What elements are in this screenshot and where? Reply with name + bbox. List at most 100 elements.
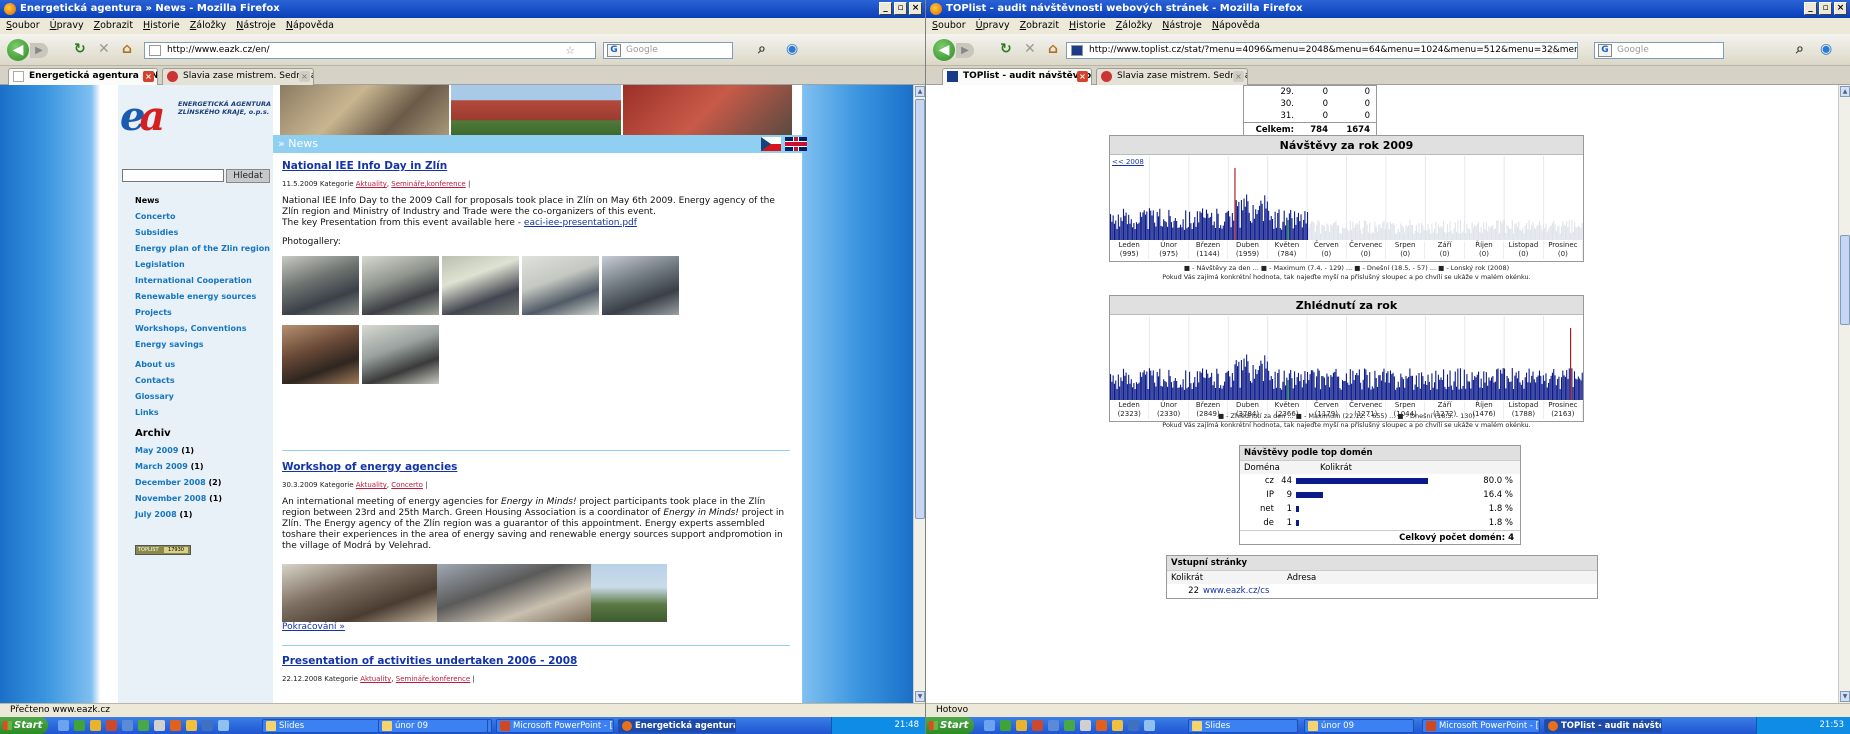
menu-napoveda[interactable]: Nápověda <box>1212 18 1260 34</box>
scrollbar-thumb[interactable] <box>1840 235 1850 325</box>
gallery-photo[interactable] <box>362 325 439 384</box>
quicklaunch-icon[interactable] <box>74 720 85 731</box>
gallery-photo[interactable] <box>282 325 359 384</box>
sidebar-item-international[interactable]: International Cooperation <box>135 273 270 289</box>
quicklaunch-icon[interactable] <box>218 720 229 731</box>
quicklaunch-icon[interactable] <box>202 720 213 731</box>
sidebar-item-workshops[interactable]: Workshops, Conventions <box>135 321 270 337</box>
logo-icon[interactable]: ea <box>120 93 165 140</box>
reload-icon[interactable]: ↻ <box>1000 41 1012 57</box>
addon-icon[interactable]: ◉ <box>1820 41 1832 57</box>
taskbar-item[interactable]: Microsoft PowerPoint - [... <box>496 719 614 733</box>
maximize-button[interactable]: ▫ <box>1819 2 1832 15</box>
url-bar[interactable]: http://www.toplist.cz/stat/?menu=4096&me… <box>1066 42 1578 59</box>
quicklaunch-icon[interactable] <box>170 720 181 731</box>
search-button[interactable]: Hledat <box>226 169 270 183</box>
home-icon[interactable]: ⌂ <box>1048 41 1058 57</box>
quicklaunch-icon[interactable] <box>1016 720 1027 731</box>
menu-zobrazit[interactable]: Zobrazit <box>94 18 133 34</box>
vertical-scrollbar[interactable]: ▲ ▼ <box>913 85 925 703</box>
menu-nastroje[interactable]: Nástroje <box>1162 18 1202 34</box>
quicklaunch-icon[interactable] <box>1048 720 1059 731</box>
sidebar-item-news[interactable]: News <box>135 193 270 209</box>
quicklaunch-icon[interactable] <box>186 720 197 731</box>
gallery-photo[interactable] <box>282 256 359 315</box>
quicklaunch-icon[interactable] <box>154 720 165 731</box>
taskbar-item[interactable]: TOPlist - audit návště... <box>1544 719 1662 733</box>
category-link[interactable]: Concerto <box>391 481 423 489</box>
quicklaunch-icon[interactable] <box>122 720 133 731</box>
stop-icon[interactable]: ✕ <box>98 41 110 57</box>
archive-item[interactable]: May 2009 (1) <box>135 443 270 459</box>
close-button[interactable]: × <box>909 2 922 15</box>
article-title[interactable]: National IEE Info Day in Zlín <box>282 160 792 172</box>
menu-zobrazit[interactable]: Zobrazit <box>1020 18 1059 34</box>
search-input[interactable]: G Google <box>603 42 733 59</box>
home-icon[interactable]: ⌂ <box>122 41 132 57</box>
tab-energeticka[interactable]: Energetická agentura » News × <box>8 68 158 86</box>
search-icon[interactable]: ⌕ <box>1796 41 1804 57</box>
menu-soubor[interactable]: Soubor <box>932 18 966 34</box>
uk-flag-icon[interactable] <box>785 137 807 151</box>
sidebar-item-renewable[interactable]: Renewable energy sources <box>135 289 270 305</box>
tab-close-icon[interactable]: × <box>143 71 154 82</box>
toplist-badge[interactable]: TOPLIST 17930 <box>135 545 191 555</box>
quicklaunch-icon[interactable] <box>1128 720 1139 731</box>
quicklaunch-icon[interactable] <box>984 720 995 731</box>
quicklaunch-icon[interactable] <box>1096 720 1107 731</box>
sidebar-item-concerto[interactable]: Concerto <box>135 209 270 225</box>
gallery-photo[interactable] <box>437 564 591 622</box>
taskbar-item[interactable]: Microsoft PowerPoint - [... <box>1422 719 1540 733</box>
menu-nastroje[interactable]: Nástroje <box>236 18 276 34</box>
search-input[interactable]: G Google <box>1594 42 1724 59</box>
quicklaunch-icon[interactable] <box>90 720 101 731</box>
scrollbar-thumb[interactable] <box>915 99 925 519</box>
tab-close-icon[interactable]: × <box>1077 71 1088 82</box>
scroll-up-icon[interactable]: ▲ <box>1840 86 1850 97</box>
quicklaunch-icon[interactable] <box>138 720 149 731</box>
site-search-input[interactable] <box>122 169 224 182</box>
sidebar-item-energy-savings[interactable]: Energy savings <box>135 337 270 353</box>
tab-toplist[interactable]: TOPlist - audit návštěvnosti web... × <box>942 68 1092 86</box>
sidebar-item-legislation[interactable]: Legislation <box>135 257 270 273</box>
sidebar-item-about[interactable]: About us <box>135 357 270 373</box>
menu-napoveda[interactable]: Nápověda <box>286 18 334 34</box>
archive-item[interactable]: July 2008 (1) <box>135 507 270 523</box>
gallery-photo[interactable] <box>522 256 599 315</box>
sidebar-item-links[interactable]: Links <box>135 405 270 421</box>
taskbar-item[interactable]: Energetická agentura... <box>618 719 736 733</box>
sidebar-item-glossary[interactable]: Glossary <box>135 389 270 405</box>
menu-historie[interactable]: Historie <box>1069 18 1106 34</box>
menu-historie[interactable]: Historie <box>143 18 180 34</box>
archive-item[interactable]: November 2008 (1) <box>135 491 270 507</box>
category-link[interactable]: Semináře,konference <box>396 675 470 683</box>
taskbar-item[interactable]: Slides <box>1188 719 1298 733</box>
quicklaunch-icon[interactable] <box>1112 720 1123 731</box>
quicklaunch-icon[interactable] <box>106 720 117 731</box>
back-button[interactable]: ◀ <box>933 39 955 61</box>
addon-icon[interactable]: ◉ <box>786 41 798 57</box>
tab-close-icon[interactable]: × <box>1233 71 1244 82</box>
presentation-link[interactable]: eaci-iee-presentation.pdf <box>524 218 637 228</box>
category-link[interactable]: Aktuality <box>356 180 387 188</box>
forward-button[interactable]: ▶ <box>956 43 974 58</box>
czech-flag-icon[interactable] <box>761 137 781 151</box>
quicklaunch-icon[interactable] <box>1064 720 1075 731</box>
scroll-up-icon[interactable]: ▲ <box>915 86 925 97</box>
archive-item[interactable]: March 2009 (1) <box>135 459 270 475</box>
menu-soubor[interactable]: Soubor <box>6 18 40 34</box>
quicklaunch-icon[interactable] <box>1144 720 1155 731</box>
start-button[interactable]: Start <box>0 717 48 734</box>
sidebar-item-energy-plan[interactable]: Energy plan of the Zlin region <box>135 241 270 257</box>
tab-close-icon[interactable]: × <box>299 71 310 82</box>
start-button[interactable]: Start <box>926 717 974 734</box>
back-button[interactable]: ◀ <box>7 39 29 61</box>
tab-slavia[interactable]: Slavia zase mistrem. Sedmnáctý titul sl.… <box>162 68 314 85</box>
scroll-down-icon[interactable]: ▼ <box>1840 691 1850 702</box>
search-icon[interactable]: ⌕ <box>758 41 766 57</box>
read-more-link[interactable]: Pokračování » <box>282 622 792 632</box>
gallery-photo[interactable] <box>282 564 437 622</box>
minimize-button[interactable]: _ <box>879 2 892 15</box>
sidebar-item-subsidies[interactable]: Subsidies <box>135 225 270 241</box>
quicklaunch-icon[interactable] <box>1032 720 1043 731</box>
